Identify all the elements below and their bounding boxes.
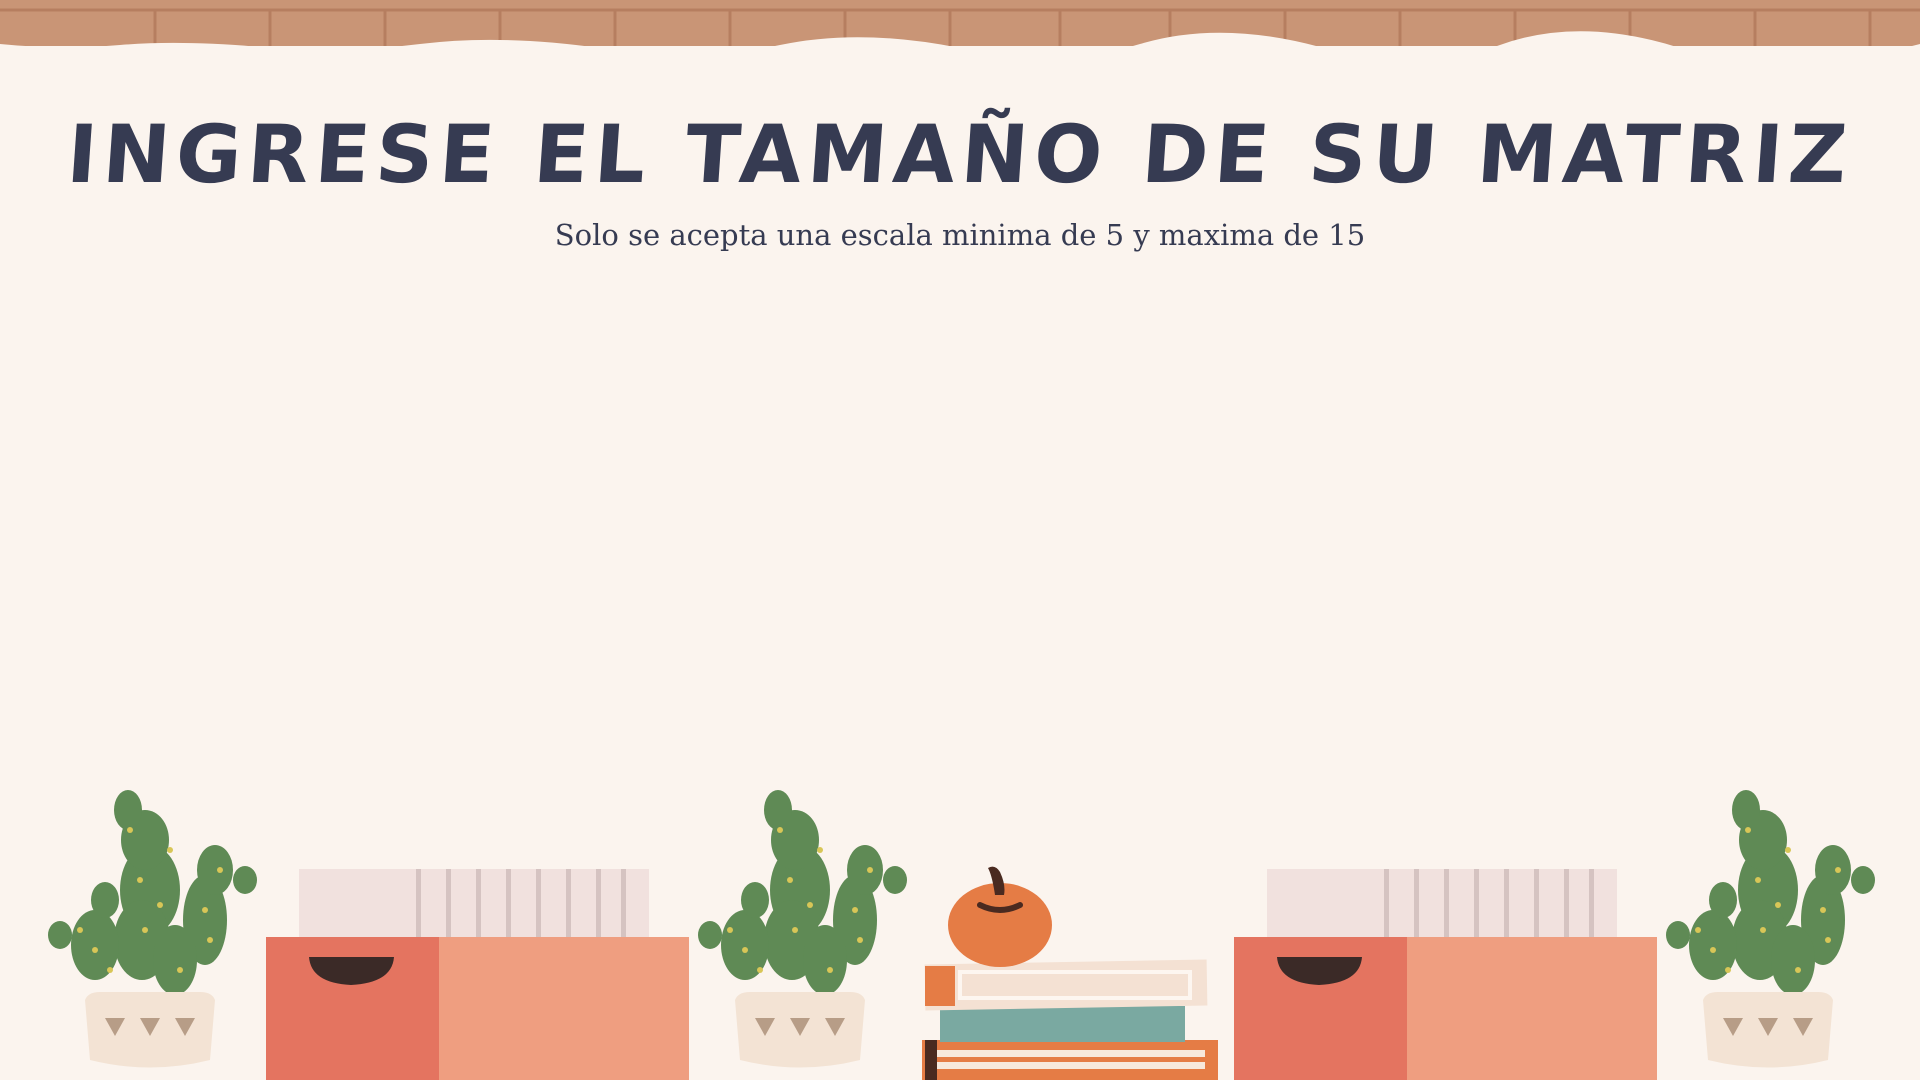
cactus-plant-left (48, 790, 257, 1068)
pumpkin (948, 866, 1052, 967)
storage-box-left (266, 869, 689, 1080)
cactus-plant-right (1666, 790, 1875, 1068)
cactus-plant-center (698, 790, 907, 1068)
storage-box-right (1234, 869, 1657, 1080)
bottom-decoration (48, 790, 1875, 1080)
book-stack (922, 959, 1218, 1080)
